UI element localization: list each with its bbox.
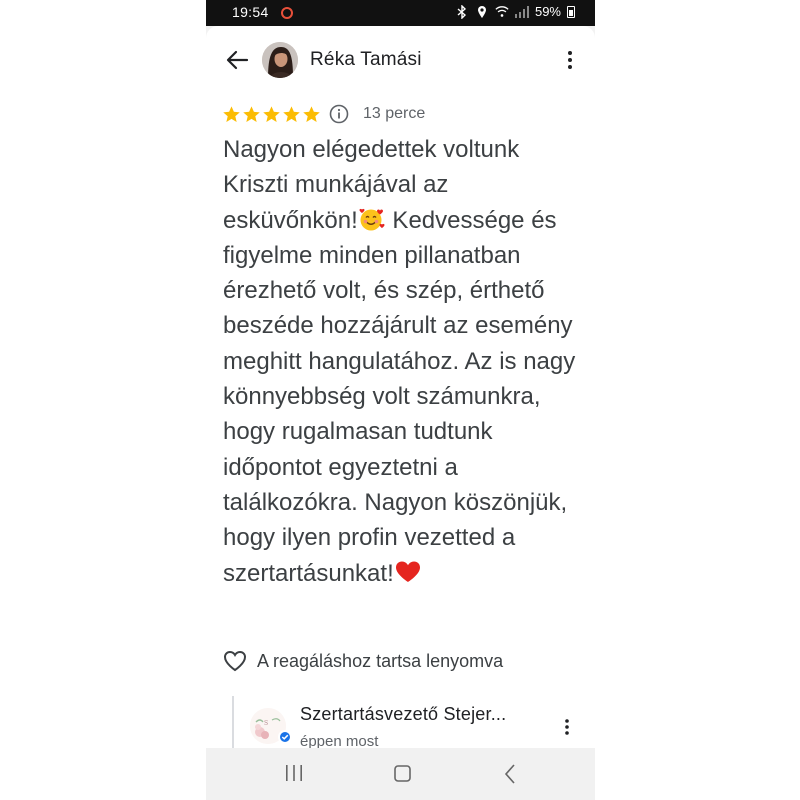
star-icon <box>283 105 300 122</box>
back-nav-icon[interactable] <box>504 764 516 784</box>
recent-apps-icon[interactable] <box>284 764 304 782</box>
arrow-left-icon[interactable] <box>224 48 250 72</box>
status-icons: 59% <box>455 4 575 19</box>
verified-badge-icon <box>278 730 292 744</box>
star-icon <box>243 105 260 122</box>
review-time: 13 perce <box>363 105 426 122</box>
status-time: 19:54 <box>232 4 269 20</box>
location-icon <box>475 5 489 19</box>
status-bar: 19:54 59% <box>206 0 595 26</box>
reviewer-name[interactable]: Réka Tamási <box>310 49 422 71</box>
star-icon <box>263 105 280 122</box>
review-card: Réka Tamási 13 perce Nagyon elégedettek … <box>206 26 595 750</box>
review-header: Réka Tamási <box>206 26 595 94</box>
review-text-part-2: Kedvessége és figyelme minden pillanatba… <box>223 206 576 587</box>
heart-outline-icon[interactable] <box>223 650 247 672</box>
react-row[interactable]: A reagáláshoz tartsa lenyomva <box>223 650 503 672</box>
star-icon <box>303 105 320 122</box>
reviewer-avatar[interactable] <box>262 42 298 78</box>
battery-percent: 59% <box>534 4 561 19</box>
star-icon <box>223 105 240 122</box>
red-heart-icon <box>395 561 420 582</box>
android-nav-bar <box>206 748 595 800</box>
bluetooth-icon <box>455 4 469 19</box>
home-icon[interactable] <box>394 765 411 782</box>
battery-icon <box>567 5 575 18</box>
wifi-icon <box>495 5 509 19</box>
signal-icon <box>514 5 529 19</box>
phone-screen: 19:54 59% Réka Tamási 13 perce Nagyon el… <box>206 0 595 800</box>
review-text: Nagyon elégedettek voltunk Kriszti munká… <box>223 132 585 591</box>
info-icon[interactable] <box>329 104 349 124</box>
more-vert-icon[interactable] <box>567 50 573 70</box>
owner-reply: S Szertartásvezető Stejer... éppen most <box>232 696 595 750</box>
smiling-face-with-hearts-icon <box>359 208 385 231</box>
star-rating <box>222 105 321 124</box>
owner-name[interactable]: Szertartásvezető Stejer... <box>300 704 506 725</box>
recording-indicator-icon <box>281 7 293 19</box>
rating-row: 13 perce <box>222 102 425 126</box>
react-label: A reagáláshoz tartsa lenyomva <box>257 650 504 671</box>
svg-text:S: S <box>264 720 268 727</box>
more-vert-icon[interactable] <box>564 718 570 736</box>
reviewer-photo <box>262 42 298 78</box>
